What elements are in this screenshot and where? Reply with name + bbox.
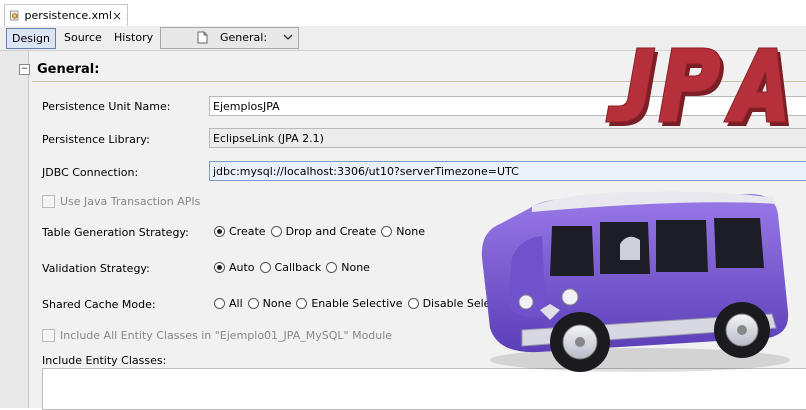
radio-label: None <box>396 225 425 238</box>
radio-drop-and-create[interactable]: Drop and Create <box>270 225 377 238</box>
jdbc-connection-label: JDBC Connection: <box>42 166 139 179</box>
radio-label: Callback <box>274 261 322 274</box>
radio-auto[interactable]: Auto <box>214 261 255 274</box>
include-entity-classes-label: Include Entity Classes: <box>42 354 167 367</box>
file-tab-title: persistence.xml <box>24 9 112 22</box>
radio-label: None <box>341 261 370 274</box>
front-wheel <box>550 312 610 372</box>
radio-all[interactable]: All <box>214 297 243 310</box>
radio-none[interactable]: None <box>247 297 292 310</box>
radio-button-icon <box>407 298 419 309</box>
use-jta-label: Use Java Transaction APIs <box>60 195 201 208</box>
use-jta-checkbox-row[interactable]: Use Java Transaction APIs <box>42 195 200 208</box>
include-all-checkbox[interactable] <box>42 329 55 342</box>
radio-button-icon <box>381 226 393 237</box>
collapse-section-icon[interactable]: − <box>19 64 30 75</box>
shared-cache-mode-label: Shared Cache Mode: <box>42 298 156 311</box>
radio-label: Drop and Create <box>285 225 377 238</box>
radio-callback[interactable]: Callback <box>259 261 322 274</box>
table-generation-label: Table Generation Strategy: <box>42 226 189 239</box>
left-gutter <box>0 51 29 408</box>
radio-button-icon <box>259 262 271 273</box>
radio-none[interactable]: None <box>381 225 425 238</box>
validation-strategy-label: Validation Strategy: <box>42 262 150 275</box>
validation-strategy-options: Auto Callback None <box>214 261 375 274</box>
radio-button-icon <box>326 262 338 273</box>
section-dropdown[interactable]: General: <box>160 27 299 49</box>
radio-button-icon <box>247 298 259 309</box>
radio-none[interactable]: None <box>326 261 370 274</box>
radio-label: All <box>229 297 243 310</box>
tab-history[interactable]: History <box>109 28 158 47</box>
radio-label: Enable Selective <box>311 297 403 310</box>
close-icon[interactable]: × <box>112 9 122 23</box>
radio-label: None <box>262 297 292 310</box>
radio-button-icon <box>214 226 225 237</box>
jpa-van-illustration <box>481 47 790 372</box>
chevron-down-icon <box>283 34 293 40</box>
include-all-checkbox-row[interactable]: Include All Entity Classes in "Ejemplo01… <box>42 329 392 342</box>
van-illustration <box>481 191 790 372</box>
radio-button-icon <box>270 226 282 237</box>
tab-source[interactable]: Source <box>59 28 107 47</box>
document-icon <box>197 31 208 44</box>
file-tab-persistence-xml[interactable]: persistence.xml × <box>4 4 128 26</box>
editor-tab-bar: persistence.xml × <box>0 0 806 27</box>
radio-enable-selective[interactable]: Enable Selective <box>296 297 403 310</box>
tab-design[interactable]: Design <box>6 28 56 49</box>
xml-file-icon <box>10 10 19 21</box>
persistence-library-label: Persistence Library: <box>42 133 150 146</box>
section-dropdown-value: General: <box>220 31 268 44</box>
jpa-logo <box>605 47 790 126</box>
section-title: General: <box>37 62 100 77</box>
radio-button-icon <box>214 262 225 273</box>
radio-label: Create <box>229 225 266 238</box>
radio-create[interactable]: Create <box>214 225 266 238</box>
table-generation-options: Create Drop and Create None <box>214 225 430 238</box>
radio-label: Auto <box>229 261 255 274</box>
include-all-label: Include All Entity Classes in "Ejemplo01… <box>60 329 393 342</box>
rear-wheel <box>714 302 770 358</box>
use-jta-checkbox[interactable] <box>42 195 55 208</box>
persistence-unit-name-label: Persistence Unit Name: <box>42 100 171 113</box>
radio-button-icon <box>214 298 225 309</box>
radio-button-icon <box>296 298 308 309</box>
